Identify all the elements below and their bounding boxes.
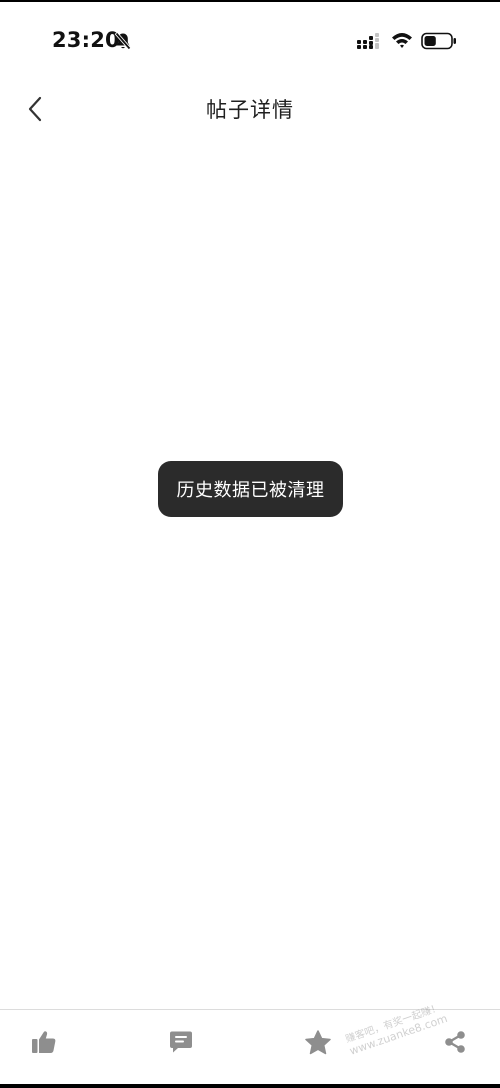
- star-icon: [305, 1029, 331, 1054]
- thumbs-up-icon: [32, 1031, 56, 1053]
- wifi-icon: [392, 33, 412, 48]
- toast-message: 历史数据已被清理: [176, 480, 325, 501]
- status-time: 23:20: [52, 28, 120, 52]
- comment-button[interactable]: [159, 1022, 203, 1062]
- signal-icon: [357, 33, 379, 49]
- like-button[interactable]: [22, 1022, 66, 1062]
- status-bar: 23:20: [0, 2, 500, 80]
- screen: 23:20 帖子详情 历史数据已被清理 赚客吧，有奖一起赚！ www.zuank…: [0, 2, 500, 1084]
- nav-bar: 帖子详情: [0, 80, 500, 138]
- bell-slash-icon: [114, 31, 132, 51]
- share-icon: [445, 1031, 465, 1053]
- favorite-button[interactable]: [296, 1022, 340, 1062]
- page-title: 帖子详情: [206, 98, 294, 122]
- bottom-action-bar: [0, 1009, 500, 1084]
- comment-icon: [170, 1031, 192, 1053]
- battery-icon: [421, 32, 456, 50]
- share-button[interactable]: [433, 1022, 477, 1062]
- toast: 历史数据已被清理: [158, 461, 343, 517]
